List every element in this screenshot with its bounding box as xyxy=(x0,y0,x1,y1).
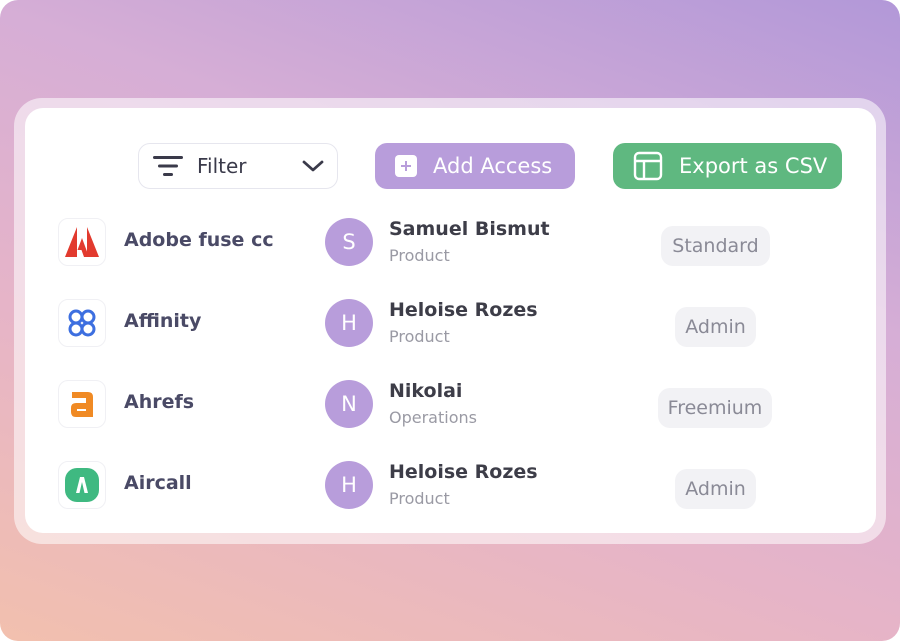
filter-label: Filter xyxy=(197,154,247,178)
plus-icon xyxy=(395,155,417,177)
app-name: Adobe fuse cc xyxy=(124,229,274,251)
avatar: H xyxy=(325,461,373,509)
avatar: S xyxy=(325,218,373,266)
avatar: N xyxy=(325,380,373,428)
filter-dropdown[interactable]: Filter xyxy=(138,143,338,189)
background: Filter Add Access Export as CSV Adobe fu… xyxy=(0,0,900,641)
export-label: Export as CSV xyxy=(679,154,828,178)
avatar-initial: N xyxy=(341,392,357,416)
app-name: Affinity xyxy=(124,310,202,332)
avatar-initial: S xyxy=(342,230,356,254)
affinity-logo-icon xyxy=(58,299,106,347)
ahrefs-logo-icon xyxy=(58,380,106,428)
user-name: Samuel Bismut xyxy=(389,218,550,240)
access-card: Filter Add Access Export as CSV Adobe fu… xyxy=(25,108,876,533)
export-csv-button[interactable]: Export as CSV xyxy=(613,143,842,189)
avatar: H xyxy=(325,299,373,347)
app-name: Aircall xyxy=(124,472,192,494)
user-department: Product xyxy=(389,246,450,265)
adobe-logo-icon xyxy=(58,218,106,266)
filter-icon xyxy=(153,156,183,176)
user-department: Product xyxy=(389,489,450,508)
add-access-button[interactable]: Add Access xyxy=(375,143,575,189)
access-badge[interactable]: Admin xyxy=(675,307,756,347)
user-name: Nikolai xyxy=(389,380,463,402)
access-badge[interactable]: Freemium xyxy=(658,388,772,428)
chevron-down-icon xyxy=(302,160,324,172)
add-access-label: Add Access xyxy=(433,154,553,178)
table-icon xyxy=(633,151,663,181)
avatar-initial: H xyxy=(341,311,357,335)
user-department: Operations xyxy=(389,408,477,427)
table-row[interactable]: Aircall H Heloise Rozes Product Admin xyxy=(25,461,876,531)
avatar-initial: H xyxy=(341,473,357,497)
aircall-logo-icon xyxy=(58,461,106,509)
user-name: Heloise Rozes xyxy=(389,299,538,321)
user-name: Heloise Rozes xyxy=(389,461,538,483)
access-badge[interactable]: Standard xyxy=(661,226,770,266)
app-name: Ahrefs xyxy=(124,391,195,413)
access-badge[interactable]: Admin xyxy=(675,469,756,509)
user-department: Product xyxy=(389,327,450,346)
table-row[interactable]: Adobe fuse cc S Samuel Bismut Product St… xyxy=(25,218,876,288)
table-row[interactable]: Ahrefs N Nikolai Operations Freemium xyxy=(25,380,876,450)
table-row[interactable]: Affinity H Heloise Rozes Product Admin xyxy=(25,299,876,369)
